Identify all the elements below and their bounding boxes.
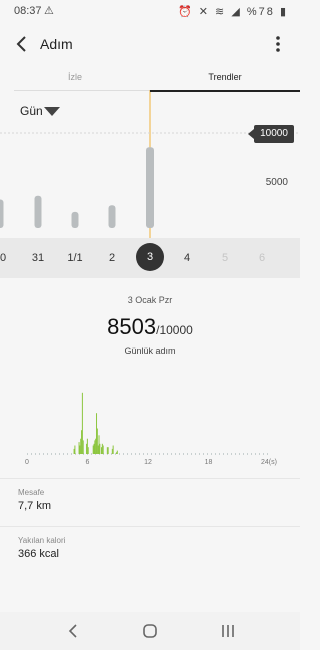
date-strip[interactable]: 30311/123456 (0, 238, 300, 278)
hourly-bar (107, 447, 109, 454)
hourly-bar (74, 445, 76, 454)
more-options-button[interactable] (270, 32, 286, 56)
x-tick-label: 12 (144, 459, 152, 466)
mute-icon: ✕ (198, 6, 210, 18)
dropdown-caret-icon[interactable] (44, 107, 60, 116)
hourly-bar (87, 447, 89, 454)
nav-back-button[interactable] (62, 620, 86, 642)
trend-bar (146, 147, 154, 228)
app-bar: Adım (0, 26, 300, 62)
x-tick-label: 18 (205, 459, 213, 466)
date-item-selected[interactable]: 3 (136, 243, 164, 271)
more-vertical-icon (276, 36, 280, 52)
hourly-bar (99, 443, 101, 454)
alarm-icon: ⏰ (177, 6, 194, 18)
nav-recents-button[interactable] (216, 620, 240, 642)
trend-bar (108, 205, 116, 228)
tab-track[interactable]: İzle (0, 72, 150, 82)
distance-value: 7,7 km (18, 500, 52, 512)
x-tick-label: 6 (86, 459, 90, 466)
calories-value: 366 kcal (18, 548, 59, 560)
date-item[interactable]: 1/1 (58, 238, 92, 278)
battery-level: %78 (246, 6, 275, 18)
tab-trends[interactable]: Trendler (150, 72, 300, 82)
nav-home-icon (143, 624, 157, 638)
status-icons: ⏰ ✕ ≋ ◢ %78 ▮ (178, 5, 288, 18)
back-button[interactable] (10, 32, 36, 56)
goal-badge: 10000 (248, 125, 294, 143)
steps-goal: /10000 (156, 323, 193, 337)
status-bar: 08:37 ⚠ ⏰ ✕ ≋ ◢ %78 ▮ (0, 0, 300, 22)
date-item[interactable]: 4 (170, 238, 204, 278)
summary-label: Günlük adım (124, 346, 176, 356)
daily-steps-value: 8503/10000 (0, 314, 300, 340)
date-item[interactable]: 6 (245, 238, 279, 278)
divider (0, 478, 300, 479)
page-title: Adım (40, 36, 73, 52)
system-nav-bar (0, 612, 300, 650)
signal-icon: ◢ (231, 6, 242, 18)
trend-bar (0, 199, 4, 228)
notification-icon: ⚠ (44, 5, 54, 17)
nav-back-icon (68, 624, 77, 638)
date-item[interactable]: 2 (95, 238, 129, 278)
x-tick-label: 0 (25, 459, 29, 466)
hourly-bar (116, 450, 118, 454)
date-item[interactable]: 30 (0, 238, 17, 278)
date-item[interactable]: 5 (208, 238, 242, 278)
period-select[interactable]: Gün (20, 104, 43, 118)
hourly-bar (112, 445, 114, 454)
nav-home-button[interactable] (138, 620, 162, 642)
summary-date: 3 Ocak Pzr (127, 295, 173, 305)
trend-bar (34, 195, 42, 228)
steps-count: 8503 (107, 314, 157, 339)
x-tick-label: 24(s) (261, 459, 277, 466)
date-item[interactable]: 31 (21, 238, 55, 278)
nav-recents-icon (222, 625, 234, 637)
active-tab-indicator (150, 90, 300, 92)
hourly-bar (82, 440, 84, 454)
back-arrow-icon (16, 36, 26, 52)
status-time: 08:37 (14, 5, 42, 17)
distance-label: Mesafe (18, 488, 45, 497)
hourly-steps-chart: 0 6 12 18 24(s) (25, 392, 277, 466)
calories-label: Yakılan kalori (18, 536, 66, 545)
battery-icon: ▮ (279, 6, 288, 18)
hourly-bar (102, 445, 104, 454)
y-axis-label-5000: 5000 (265, 177, 288, 188)
wifi-icon: ≋ (215, 6, 227, 18)
divider (0, 526, 300, 527)
trend-bar (71, 211, 79, 228)
